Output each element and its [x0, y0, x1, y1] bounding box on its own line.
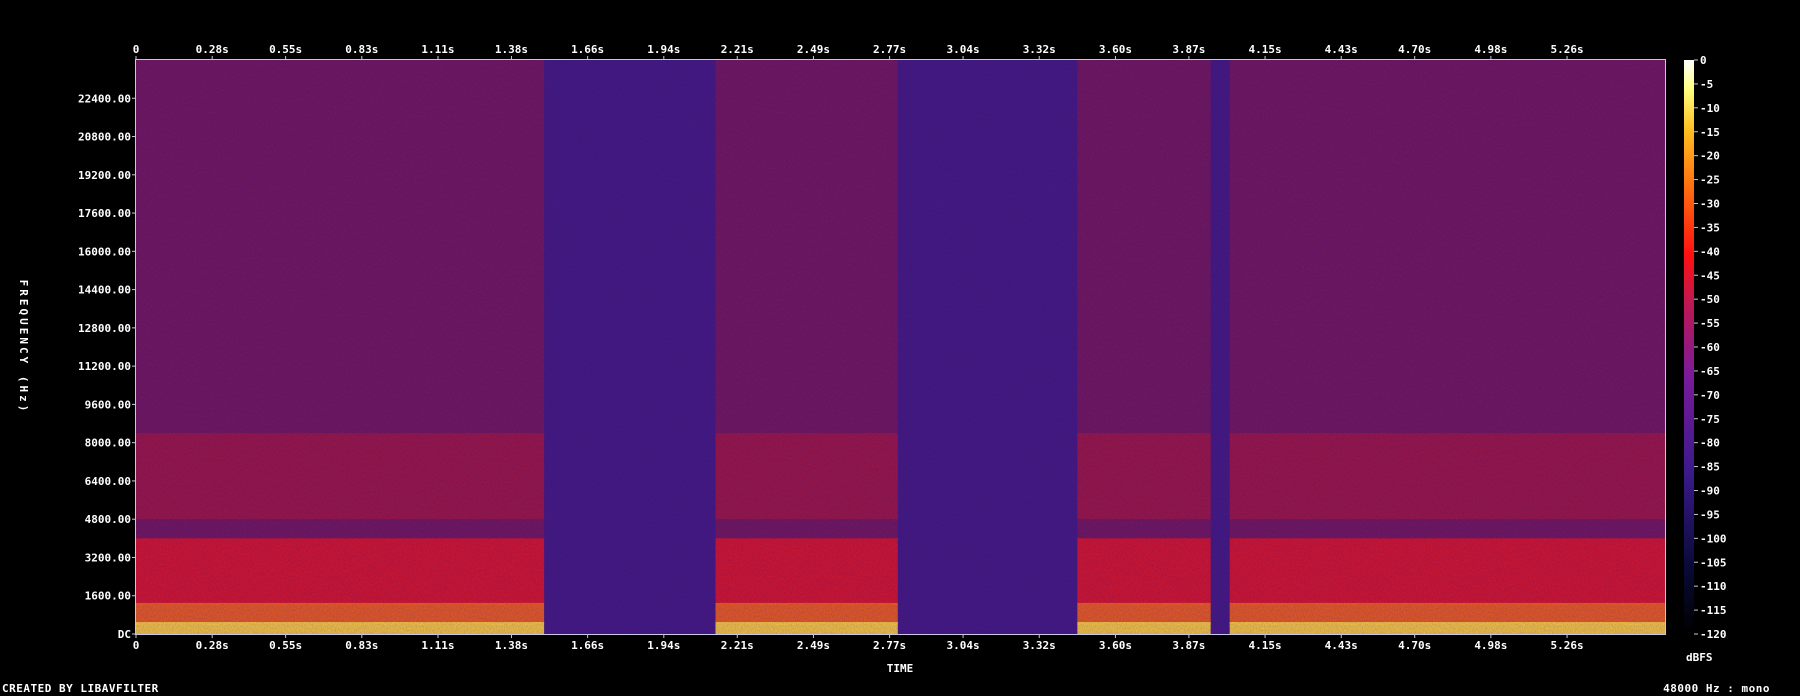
colorbar-tick-label: -55 [1700, 317, 1720, 330]
colorbar-tick-label: -20 [1700, 150, 1720, 163]
y-tick-label: 19200.00 [78, 169, 131, 182]
y-tick-label: 20800.00 [78, 131, 131, 144]
y-axis: DC 1600.00 3200.00 4800.00 6400.00 8000.00 960… [78, 92, 136, 641]
x-tick-label-bottom: 3.87s [1172, 639, 1205, 652]
x-tick-label-bottom: 4.98s [1474, 639, 1507, 652]
colorbar-tick-label: -30 [1700, 198, 1720, 211]
y-tick-label: 14400.00 [78, 284, 131, 297]
colorbar-tick-label: -115 [1700, 604, 1727, 617]
colorbar-label: dBFS [1686, 651, 1713, 664]
colorbar-tick-label: -95 [1700, 508, 1720, 521]
x-tick-label-bottom: 4.15s [1249, 639, 1282, 652]
x-tick-label-top: 4.15s [1249, 43, 1282, 56]
y-tick-label: 12800.00 [78, 322, 131, 335]
x-tick-label-top: 2.21s [721, 43, 754, 56]
x-tick-label-top: 0.55s [269, 43, 302, 56]
colorbar-tick-label: -5 [1700, 78, 1713, 91]
colorbar-tick-label: -90 [1700, 485, 1720, 498]
x-tick-label-top: 5.26s [1550, 43, 1583, 56]
y-tick-label: 11200.00 [78, 360, 131, 373]
colorbar-tick-label: -45 [1700, 269, 1720, 282]
colorbar-tick-label: -80 [1700, 437, 1720, 450]
y-tick-label: 3200.00 [85, 551, 131, 564]
x-tick-label-bottom: 4.43s [1325, 639, 1358, 652]
x-axis-bottom: 0 0.28s 0.55s 0.83s 1.11s 1.38s 1.66s 1.94s 2.21… [133, 634, 1584, 652]
x-tick-label-top: 3.04s [947, 43, 980, 56]
x-tick-label-top: 4.43s [1325, 43, 1358, 56]
colorbar-tick-label: -40 [1700, 245, 1720, 258]
y-tick-label: 22400.00 [78, 92, 131, 105]
colorbar-tick-label: -100 [1700, 532, 1727, 545]
x-tick-label-top: 4.98s [1474, 43, 1507, 56]
colorbar-tick-label: -50 [1700, 293, 1720, 306]
y-tick-label: 8000.00 [85, 437, 131, 450]
x-tick-label-bottom: 2.49s [797, 639, 830, 652]
x-tick-label-top: 3.87s [1172, 43, 1205, 56]
colorbar-tick-label: -35 [1700, 221, 1720, 234]
colorbar-tick-label: -25 [1700, 174, 1720, 187]
x-tick-label-bottom: 0.28s [196, 639, 229, 652]
colorbar-tick-label: -75 [1700, 413, 1720, 426]
y-tick-label: 6400.00 [85, 475, 131, 488]
colorbar-tick-label: -105 [1700, 556, 1727, 569]
colorbar-tick-label: -85 [1700, 461, 1720, 474]
x-tick-label-bottom: 3.32s [1023, 639, 1056, 652]
x-tick-label-top: 0.28s [196, 43, 229, 56]
spectrogram-noise [136, 60, 1665, 634]
x-tick-label-top: 3.32s [1023, 43, 1056, 56]
x-tick-label-top: 3.60s [1099, 43, 1132, 56]
footer-credit: CREATED BY LIBAVFILTER [2, 682, 159, 695]
colorbar-tick-label: -65 [1700, 365, 1720, 378]
x-tick-label-top: 1.66s [571, 43, 604, 56]
x-tick-label-bottom: 1.66s [571, 639, 604, 652]
x-tick-label-bottom: 0.83s [345, 639, 378, 652]
x-tick-label-bottom: 3.60s [1099, 639, 1132, 652]
x-tick-label-top: 2.77s [873, 43, 906, 56]
y-tick-label: 16000.00 [78, 245, 131, 258]
x-tick-label-top: 2.49s [797, 43, 830, 56]
y-tick-label: 17600.00 [78, 207, 131, 220]
x-axis-top: 0 0.28s 0.55s 0.83s 1.11s 1.38s 1.66s 1.94s 2.21… [133, 43, 1584, 60]
colorbar-gradient [1684, 60, 1694, 634]
colorbar-tick-label: -120 [1700, 628, 1727, 641]
x-axis-label: TIME [887, 662, 914, 675]
x-tick-label-top: 1.94s [647, 43, 680, 56]
x-tick-label-bottom: 0 [133, 639, 140, 652]
y-axis-label: FREQUENCY (Hz) [17, 280, 30, 415]
footer-sample-rate: 48000 Hz : mono [1663, 682, 1770, 695]
x-tick-label-bottom: 2.21s [721, 639, 754, 652]
colorbar-tick-label: -60 [1700, 341, 1720, 354]
colorbar-tick-label: -110 [1700, 580, 1727, 593]
colorbar-tick-label: -15 [1700, 126, 1720, 139]
x-tick-label-bottom: 1.11s [421, 639, 454, 652]
x-tick-label-bottom: 0.55s [269, 639, 302, 652]
x-tick-label-bottom: 5.26s [1550, 639, 1583, 652]
x-tick-label-top: 1.38s [495, 43, 528, 56]
x-tick-label-bottom: 4.70s [1398, 639, 1431, 652]
colorbar-tick-label: -70 [1700, 389, 1720, 402]
colorbar: 0 -5 -10 -15 -20 -25 -30 -35 -40 -45 -50 -55 -60 -65 -… [1684, 54, 1727, 664]
x-tick-label-bottom: 1.38s [495, 639, 528, 652]
spectrogram-plot-area [135, 59, 1666, 635]
colorbar-tick-label: 0 [1700, 54, 1707, 67]
colorbar-tick-label: -10 [1700, 102, 1720, 115]
y-tick-label: 1600.00 [85, 590, 131, 603]
spectrogram-chart: 0 0.28s 0.55s 0.83s 1.11s 1.38s 1.66s 1.94s 2.21… [17, 43, 1727, 675]
x-tick-label-top: 1.11s [421, 43, 454, 56]
x-tick-label-top: 4.70s [1398, 43, 1431, 56]
y-tick-label: DC [118, 628, 131, 641]
x-tick-label-top: 0.83s [345, 43, 378, 56]
x-tick-label-bottom: 2.77s [873, 639, 906, 652]
x-tick-label-bottom: 3.04s [947, 639, 980, 652]
y-tick-label: 9600.00 [85, 398, 131, 411]
y-tick-label: 4800.00 [85, 513, 131, 526]
x-tick-label-bottom: 1.94s [647, 639, 680, 652]
x-tick-label-top: 0 [133, 43, 140, 56]
